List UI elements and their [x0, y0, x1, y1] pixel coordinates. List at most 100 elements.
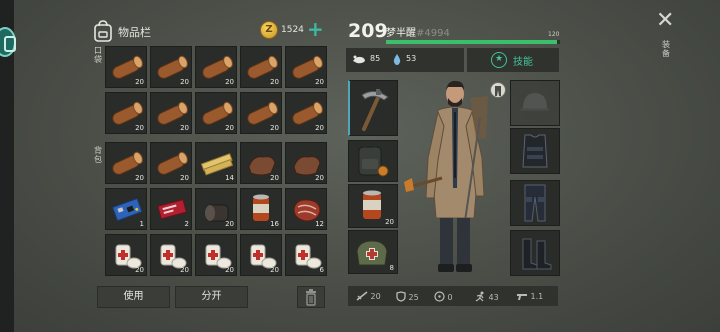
slot-quantity: 20: [135, 266, 144, 274]
slot-quantity: 20: [180, 124, 189, 132]
slot-quantity: 20: [135, 124, 144, 132]
backpack-badge-icon[interactable]: [490, 82, 506, 98]
inventory-slot[interactable]: 20: [195, 92, 237, 134]
defense-value: 25: [408, 293, 419, 302]
slot-quantity: 20: [180, 266, 189, 274]
slot-quantity: 20: [315, 124, 324, 132]
pants-icon: [524, 184, 546, 222]
buy-coins-button[interactable]: +: [307, 19, 324, 39]
helmet-icon: [521, 93, 549, 111]
inventory-slot[interactable]: 20: [105, 234, 147, 276]
slot-quantity: 16: [270, 220, 279, 228]
trash-button[interactable]: [297, 286, 325, 308]
radiation-icon: [434, 291, 445, 302]
inventory-slot[interactable]: 12: [285, 188, 327, 230]
slot-quantity: 20: [315, 174, 324, 182]
inventory-slot[interactable]: 6: [285, 234, 327, 276]
backpack-label: 背包: [94, 146, 102, 164]
inventory-slot[interactable]: 20: [285, 46, 327, 88]
inventory-slot[interactable]: 20: [195, 234, 237, 276]
skills-button[interactable]: ★ 技能: [467, 48, 559, 72]
inventory-slot[interactable]: 20: [105, 142, 147, 184]
body-armor-slot[interactable]: [510, 128, 560, 174]
vest-icon: [522, 134, 548, 168]
inventory-slot[interactable]: 20: [105, 46, 147, 88]
pockets-label: 口袋: [94, 46, 102, 64]
skills-label: 技能: [513, 57, 533, 68]
food-slot[interactable]: 20: [348, 184, 398, 228]
defense-stat: 25: [396, 291, 419, 302]
inventory-slot[interactable]: 20: [150, 92, 192, 134]
pants-mini-icon: [495, 86, 501, 96]
shield-icon: [396, 291, 406, 302]
sword-icon: [356, 291, 368, 301]
slot-quantity: 1: [139, 220, 144, 228]
use-button[interactable]: 使用: [97, 286, 170, 308]
water-value: 53: [406, 54, 417, 63]
inventory-slot[interactable]: 20: [150, 234, 192, 276]
equipment-tab[interactable]: 装备: [660, 40, 672, 58]
medkit-slot[interactable]: 8: [348, 230, 398, 274]
gun-icon: [517, 294, 527, 300]
inventory-slot[interactable]: 20: [105, 92, 147, 134]
close-button[interactable]: ✕: [656, 10, 674, 32]
gun-stat: 1.1: [516, 291, 543, 301]
inventory-slot[interactable]: 20: [285, 142, 327, 184]
inventory-slot[interactable]: 20: [195, 188, 237, 230]
slot-quantity: 20: [135, 174, 144, 182]
pickaxe-icon: [361, 89, 389, 131]
slot-quantity: 20: [180, 78, 189, 86]
inventory-slot[interactable]: 20: [285, 92, 327, 134]
speed-stat: 43: [474, 291, 499, 302]
slot-quantity: 6: [319, 266, 324, 274]
inventory-slot[interactable]: 20: [150, 46, 192, 88]
slot-quantity: 20: [270, 174, 279, 182]
inventory-slot[interactable]: 14: [195, 142, 237, 184]
speed-value: 43: [488, 293, 499, 302]
backpack-icon: [94, 20, 112, 42]
inventory-slot[interactable]: 20: [240, 142, 282, 184]
radiation-value: 0: [447, 293, 453, 302]
food-slot-qty: 20: [385, 218, 394, 226]
boots-icon: [522, 238, 552, 270]
inventory-title: 物品栏: [118, 26, 151, 39]
slot-quantity: 20: [225, 124, 234, 132]
player-id: #4994: [416, 28, 450, 39]
inventory-slot[interactable]: 16: [240, 188, 282, 230]
inventory-slot[interactable]: 20: [240, 46, 282, 88]
food-value: 85: [370, 54, 381, 63]
slot-quantity: 20: [225, 78, 234, 86]
star-icon: ★: [491, 52, 507, 68]
slot-quantity: 20: [135, 78, 144, 86]
slot-quantity: 20: [270, 266, 279, 274]
slot-quantity: 20: [225, 220, 234, 228]
slot-quantity: 20: [270, 124, 279, 132]
helmet-slot[interactable]: [510, 80, 560, 126]
boots-slot[interactable]: [510, 230, 560, 276]
survival-stats: 85 53: [346, 48, 464, 72]
xp-bar-fill: [386, 40, 557, 44]
weapon-slot[interactable]: [348, 80, 398, 136]
pants-slot[interactable]: [510, 180, 560, 226]
inventory-slot[interactable]: 1: [105, 188, 147, 230]
inventory-slot[interactable]: 20: [195, 46, 237, 88]
backpack-slot[interactable]: [348, 140, 398, 182]
gun-value: 1.1: [530, 292, 544, 301]
split-button[interactable]: 分开: [175, 286, 248, 308]
slot-quantity: 20: [315, 78, 324, 86]
water-drop-icon: [393, 54, 401, 65]
attack-value: 20: [370, 292, 381, 301]
inventory-slot[interactable]: 20: [240, 234, 282, 276]
slot-quantity: 2: [184, 220, 189, 228]
player-name: 梦半醒#4994: [386, 24, 450, 39]
backpack-item-icon: [358, 143, 389, 177]
radiation-stat: 0: [434, 291, 453, 302]
player-name-text: 梦半醒: [386, 28, 416, 39]
slot-quantity: 20: [180, 174, 189, 182]
inventory-slot[interactable]: 20: [150, 142, 192, 184]
inventory-slot[interactable]: 2: [150, 188, 192, 230]
inventory-slot[interactable]: 20: [240, 92, 282, 134]
player-character: [404, 80, 488, 272]
player-level: 209: [348, 20, 388, 42]
slot-quantity: 14: [225, 174, 234, 182]
